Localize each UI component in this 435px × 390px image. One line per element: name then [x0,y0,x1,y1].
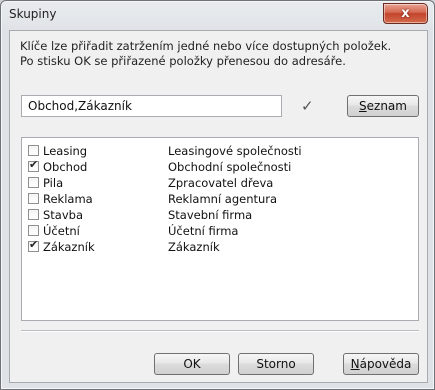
checkmark: ✔ [29,158,39,171]
seznam-label: eznam [366,99,407,113]
list-item[interactable]: Leasing Leasingové společnosti [28,143,408,159]
checkbox[interactable] [28,225,39,236]
help-button[interactable]: Nápověda [343,353,419,375]
list-item[interactable]: Stavba Stavební firma [28,207,408,223]
groups-list[interactable]: Leasing Leasingové společnosti ✔ Obchod … [21,137,419,321]
instructions-line-2: Po stisku OK se přiřazené položky přenes… [20,54,346,68]
item-code: Pila [43,176,64,190]
item-code: Zákazník [43,240,95,254]
close-button[interactable]: x [383,3,428,24]
list-item[interactable]: ✔ Obchod Obchodní společnosti [28,158,408,175]
list-item[interactable]: Reklama Reklamní agentura [28,191,408,207]
item-name: Leasingové společnosti [168,144,302,158]
checkbox[interactable] [28,145,39,156]
item-name: Zákazník [168,240,220,254]
instructions-text: Klíče lze přiřadit zatržením jedné nebo … [20,39,420,69]
checkmark: ✔ [29,238,39,251]
help-accel: N [350,357,360,371]
dialog-window: Skupiny x Klíče lze přiřadit zatržením j… [0,0,435,390]
title-bar[interactable]: Skupiny x [1,1,434,29]
checkbox[interactable] [28,177,39,188]
item-name: Účetní firma [168,224,239,238]
checkbox[interactable]: ✔ [28,158,39,172]
window-title: Skupiny [9,7,57,21]
storno-button[interactable]: Storno [238,353,314,375]
selected-groups-field[interactable]: Obchod,Zákazník [21,95,282,117]
item-code: Stavba [43,208,84,222]
item-code: Leasing [43,144,88,158]
instructions-line-1: Klíče lze přiřadit zatržením jedné nebo … [20,39,392,53]
seznam-accel: S [359,99,367,113]
dialog-body: Klíče lze přiřadit zatržením jedné nebo … [9,30,428,383]
checkmark-icon: ✓ [301,97,314,115]
close-icon: x [401,6,410,21]
item-code: Obchod [43,160,88,174]
item-code: Účetní [43,224,80,238]
help-label: ápověda [359,357,412,371]
seznam-button[interactable]: Seznam [347,95,419,117]
separator-line [21,330,419,332]
item-name: Stavební firma [168,208,253,222]
item-name: Zpracovatel dřeva [168,176,274,190]
item-name: Reklamní agentura [168,192,278,206]
item-code: Reklama [43,192,93,206]
item-name: Obchodní společnosti [168,160,292,174]
list-item[interactable]: Pila Zpracovatel dřeva [28,175,408,191]
list-item[interactable]: ✔ Zákazník Zákazník [28,238,408,255]
ok-button[interactable]: OK [154,353,230,375]
list-item[interactable]: Účetní Účetní firma [28,223,408,239]
checkbox[interactable] [28,209,39,220]
checkbox[interactable] [28,193,39,204]
checkbox[interactable]: ✔ [28,238,39,252]
